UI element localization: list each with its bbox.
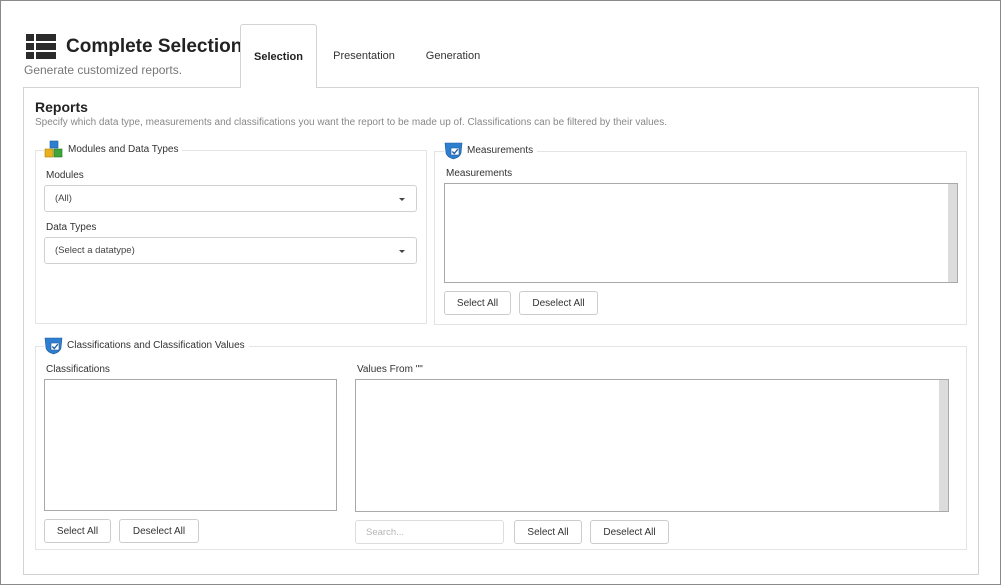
measurements-label: Measurements bbox=[446, 168, 513, 179]
modules-select[interactable]: (All) bbox=[44, 185, 417, 212]
modules-group-title: Modules and Data Types bbox=[68, 144, 179, 155]
measurements-group-title: Measurements bbox=[467, 145, 534, 156]
chevron-down-icon bbox=[399, 198, 405, 201]
values-search-input[interactable] bbox=[355, 520, 504, 544]
values-scrollbar[interactable] bbox=[939, 380, 948, 511]
checked-shield-icon bbox=[44, 337, 63, 355]
checked-shield-icon bbox=[444, 142, 463, 160]
tab-generation[interactable]: Generation bbox=[414, 24, 492, 88]
measurements-deselect-all-button[interactable]: Deselect All bbox=[519, 291, 598, 315]
classifications-deselect-all-button[interactable]: Deselect All bbox=[119, 519, 199, 543]
classifications-label: Classifications bbox=[46, 364, 110, 375]
values-listbox[interactable] bbox=[355, 379, 949, 512]
datatypes-select[interactable]: (Select a datatype) bbox=[44, 237, 417, 264]
values-label: Values From "" bbox=[357, 364, 423, 375]
classifications-group-title: Classifications and Classification Value… bbox=[67, 340, 245, 351]
modules-label: Modules bbox=[46, 170, 84, 181]
modules-select-value: (All) bbox=[55, 193, 72, 204]
page-subtitle: Generate customized reports. bbox=[24, 63, 183, 77]
values-select-all-button[interactable]: Select All bbox=[514, 520, 582, 544]
reports-title: Reports bbox=[35, 99, 88, 115]
table-list-icon bbox=[26, 34, 56, 59]
datatypes-label: Data Types bbox=[46, 222, 97, 233]
chevron-down-icon bbox=[399, 250, 405, 253]
modules-cubes-icon bbox=[44, 140, 63, 158]
measurements-listbox[interactable] bbox=[444, 183, 958, 283]
classifications-group-legend: Classifications and Classification Value… bbox=[44, 336, 249, 355]
measurements-group-legend: Measurements bbox=[444, 141, 538, 160]
reports-description: Specify which data type, measurements an… bbox=[35, 117, 667, 128]
tab-presentation[interactable]: Presentation bbox=[322, 24, 406, 88]
datatypes-select-value: (Select a datatype) bbox=[55, 245, 135, 256]
tab-selection[interactable]: Selection bbox=[240, 24, 317, 88]
classifications-select-all-button[interactable]: Select All bbox=[44, 519, 111, 543]
modules-group-legend: Modules and Data Types bbox=[44, 140, 183, 159]
measurements-scrollbar[interactable] bbox=[948, 184, 957, 282]
page-title: Complete Selection bbox=[66, 36, 243, 57]
values-deselect-all-button[interactable]: Deselect All bbox=[590, 520, 669, 544]
measurements-select-all-button[interactable]: Select All bbox=[444, 291, 511, 315]
classifications-listbox[interactable] bbox=[44, 379, 337, 511]
